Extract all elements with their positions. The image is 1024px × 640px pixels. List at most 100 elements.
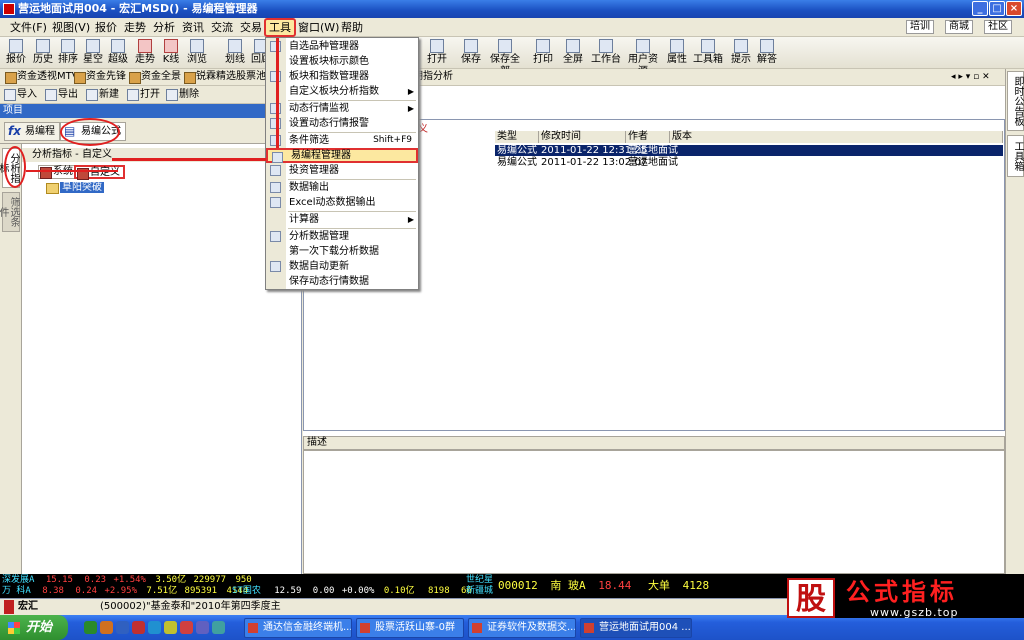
quicklaunch-icon[interactable] (84, 621, 97, 634)
menu-item-easy-program-manager[interactable]: 易编程管理器 (266, 148, 418, 163)
menu-item-calculator[interactable]: 计算器 ▶ (266, 212, 418, 227)
news-text[interactable]: (500002)"基金泰和"2010年第四季度主 (100, 599, 281, 615)
menu-item-filter[interactable]: 条件筛选 Shift+F9 (266, 133, 418, 148)
minimize-button[interactable]: _ (972, 1, 988, 16)
description-textarea[interactable] (303, 450, 1005, 574)
delete-button[interactable]: 删除 (166, 88, 199, 101)
link-community[interactable]: 社区 (984, 20, 1012, 34)
tb-history-button[interactable]: 历史 (30, 38, 56, 66)
tb-draw-button[interactable]: 划线 (222, 38, 248, 66)
quicklaunch-icon[interactable] (164, 621, 177, 634)
quicklaunch-icon[interactable] (148, 621, 161, 634)
close-button[interactable]: × (1006, 1, 1022, 16)
tab-toolbox[interactable]: 工具箱 (1007, 135, 1024, 177)
super-icon (111, 39, 125, 53)
maximize-button[interactable]: □ (989, 1, 1005, 16)
menu-trade[interactable]: 交易 (240, 20, 262, 35)
tb-starsky-button[interactable]: 星空 (80, 38, 106, 66)
tb-workbench-button[interactable]: 工作台 (590, 38, 622, 66)
tree-options: 系统 自定义 (22, 164, 302, 180)
menu-item-custom-sector[interactable]: 自定义板块分析指数 ▶ (266, 84, 418, 99)
nav-arrows-icon[interactable]: ◂ ▸ ▾ ▫ ✕ (951, 72, 990, 82)
ticker2-chg: 0.24 (75, 586, 98, 596)
export-button[interactable]: 导出 (45, 88, 78, 101)
import-button[interactable]: 导入 (4, 88, 37, 101)
menu-item-invest-manager[interactable]: 投资管理器 (266, 163, 418, 178)
submenu-arrow-icon: ▶ (407, 104, 414, 113)
trade-price: 18.44 (598, 579, 632, 592)
menu-tools[interactable]: 工具 (264, 18, 296, 37)
tab-easy-program[interactable]: fx 易编程 (4, 122, 60, 141)
quicklaunch-icon[interactable] (180, 621, 193, 634)
link-training[interactable]: 培训 (906, 20, 934, 34)
qtab-panorama[interactable]: 资金全景 (128, 70, 181, 84)
menu-item-excel-output[interactable]: Excel动态数据输出 (266, 195, 418, 210)
tb-answer-button[interactable]: 解答 (754, 38, 780, 66)
tb-save-button[interactable]: 保存 (458, 38, 484, 66)
qtab-pioneer[interactable]: 资金先锋 (73, 70, 126, 84)
menu-item-monitor[interactable]: 动态行情监视 ▶ (266, 101, 418, 116)
qtab-mtv[interactable]: 资金透视MTV (4, 70, 79, 84)
start-button[interactable]: 开始 (0, 615, 68, 640)
menu-analysis[interactable]: 分析 (153, 20, 175, 35)
tb-tips-button[interactable]: 提示 (728, 38, 754, 66)
option-custom[interactable]: 自定义 (74, 165, 125, 180)
quicklaunch-icon[interactable] (132, 621, 145, 634)
menu-item-watchlist[interactable]: 自选品种管理器 (266, 39, 418, 54)
menu-quote[interactable]: 报价 (95, 20, 117, 35)
tb-trend-button[interactable]: 走势 (132, 38, 158, 66)
menu-item-alarm[interactable]: 设置动态行情报警 (266, 116, 418, 131)
tb-quote-button[interactable]: 报价 (3, 38, 29, 66)
quicklaunch-icon[interactable] (100, 621, 113, 634)
menu-item-data-manage[interactable]: 分析数据管理 (266, 229, 418, 244)
menu-window[interactable]: 窗口(W) (298, 20, 339, 35)
tb-fullscreen-button[interactable]: 全屏 (560, 38, 586, 66)
menu-item-save-realtime[interactable]: 保存动态行情数据 (266, 274, 418, 289)
menu-news[interactable]: 资讯 (182, 20, 204, 35)
menu-view[interactable]: 视图(V) (52, 20, 90, 35)
draw-line-icon (228, 39, 242, 53)
option-system[interactable]: 系统 (38, 165, 77, 179)
tab-bulletin[interactable]: 即时公告板 (1007, 71, 1024, 131)
col-type-header[interactable]: 类型 (495, 131, 539, 143)
menu-item-auto-update[interactable]: 数据自动更新 (266, 259, 418, 274)
tb-sort-button[interactable]: 排序 (55, 38, 81, 66)
table-row[interactable]: 易编公式 2011-01-22 13:02:07 营运地面试 (495, 157, 1003, 168)
qtab-pool[interactable]: 锐霖精选股票池 (183, 70, 266, 84)
link-mall[interactable]: 商城 (945, 20, 973, 34)
ticker1-pct: +1.54% (113, 575, 146, 585)
col-version-header[interactable]: 版本 (670, 131, 1003, 143)
taskbar-item-tdx[interactable]: 通达信金融终端机... (244, 618, 352, 638)
tb-kline-button[interactable]: K线 (158, 38, 184, 66)
col-author-header[interactable]: 作者 (626, 131, 670, 143)
table-row[interactable]: 易编公式 2011-01-22 12:31:25 营运地面试 (495, 145, 1003, 156)
menu-item-data-output[interactable]: 数据输出 (266, 180, 418, 195)
menu-exchange[interactable]: 交流 (211, 20, 233, 35)
open-button[interactable]: 打开 (127, 88, 160, 101)
tb-open-button[interactable]: 打开 (424, 38, 450, 66)
taskbar-item-msd[interactable]: 营运地面试用004 ... (580, 618, 692, 638)
menu-trend[interactable]: 走势 (124, 20, 146, 35)
tb-properties-button[interactable]: 属性 (664, 38, 690, 66)
brand-label: 宏汇 (18, 601, 38, 612)
col-time-header[interactable]: 修改时间 (539, 131, 626, 143)
tb-super-button[interactable]: 超级 (105, 38, 131, 66)
quicklaunch-icon[interactable] (196, 621, 209, 634)
vtab-filter[interactable]: 筛选条件 (0, 192, 20, 232)
menu-file[interactable]: 文件(F) (10, 20, 47, 35)
tree-node-folder[interactable]: 阜阳突破 (46, 182, 107, 194)
tb-print-button[interactable]: 打印 (530, 38, 556, 66)
tb-browse-button[interactable]: 浏览 (184, 38, 210, 66)
menu-item-first-download[interactable]: 第一次下载分析数据 (266, 244, 418, 259)
sort-icon (61, 39, 75, 53)
menu-help[interactable]: 帮助 (341, 20, 363, 35)
output-icon (270, 182, 281, 193)
tb-toolbox-button[interactable]: 工具箱 (692, 38, 724, 66)
quicklaunch-icon[interactable] (212, 621, 225, 634)
taskbar-item-software[interactable]: 证券软件及数据交... (468, 618, 576, 638)
new-button[interactable]: 新建 (86, 88, 119, 101)
menu-item-sector-color[interactable]: 设置板块标示颜色 (266, 54, 418, 69)
menu-item-sector-index[interactable]: 板块和指数管理器 (266, 69, 418, 84)
taskbar-item-group[interactable]: 股票活跃山寨-0群 (356, 618, 464, 638)
quicklaunch-icon[interactable] (116, 621, 129, 634)
